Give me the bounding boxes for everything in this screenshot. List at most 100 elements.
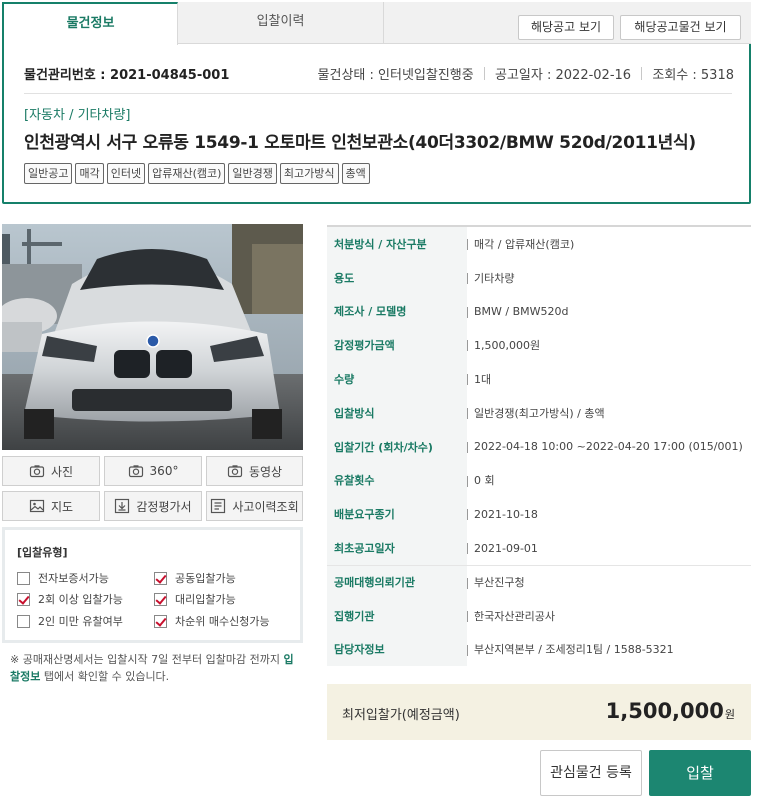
detail-row: 공매대행의뢰기관 부산진구청 xyxy=(327,564,751,599)
detail-value: 매각 / 압류재산(캠코) xyxy=(474,237,575,251)
detail-label: 유찰횟수 xyxy=(327,463,467,498)
camera-icon xyxy=(227,465,243,478)
divider xyxy=(24,93,732,94)
minimum-bid-label: 최저입찰가(예정금액) xyxy=(342,708,460,723)
status-info: 물건상태 : 인터넷입찰진행중 공고일자 : 2022-02-16 조회수 : … xyxy=(318,64,734,83)
detail-row: 유찰횟수 0 회 xyxy=(327,463,751,498)
divider xyxy=(467,475,468,487)
bid-type-title: [입찰유형] xyxy=(17,546,68,559)
item-photo[interactable] xyxy=(2,224,303,450)
detail-row: 제조사 / 모델명 BMW / BMW520d xyxy=(327,294,751,329)
divider xyxy=(467,577,468,589)
minimum-bid-price-box: 최저입찰가(예정금액) 1,500,000원 xyxy=(327,684,751,740)
bid-option: 2인 미만 유찰여부 xyxy=(17,613,123,629)
divider xyxy=(467,610,468,622)
car-photo-illustration xyxy=(2,224,303,450)
tag-badge: 일반경쟁 xyxy=(228,163,277,184)
detail-label: 용도 xyxy=(327,260,467,295)
tab-bid-history[interactable]: 입찰이력 xyxy=(178,2,384,44)
checkbox-checked xyxy=(154,614,167,628)
divider xyxy=(641,67,643,80)
detail-value: BMW / BMW520d xyxy=(474,304,569,318)
status-label: 물건상태 : xyxy=(317,68,374,83)
tag-badge: 최고가방식 xyxy=(279,163,339,184)
divider xyxy=(467,306,468,318)
checkbox-unchecked xyxy=(17,614,30,628)
detail-value: 부산진구청 xyxy=(474,576,525,590)
detail-value: 2021-09-01 xyxy=(474,541,538,555)
divider xyxy=(467,340,468,352)
tag-list: 일반공고 매각 인터넷 압류재산(캠코) 일반경쟁 최고가방식 총액 xyxy=(24,163,370,184)
divider xyxy=(467,543,468,555)
divider xyxy=(467,407,468,419)
bid-option: 전자보증서가능 xyxy=(17,570,109,586)
bid-button[interactable]: 입찰 xyxy=(649,750,751,796)
item-detail-table: 처분방식 / 자산구분 매각 / 압류재산(캠코) 용도 기타차량 제조사 / … xyxy=(327,225,751,667)
bid-type-box: [입찰유형] 전자보증서가능 공동입찰가능 2회 이상 입찰가능 대리입찰가능 … xyxy=(2,527,303,643)
notice-date: 2022-02-16 xyxy=(555,68,632,83)
divider xyxy=(467,272,468,284)
view-notice-items-button[interactable]: 해당공고물건 보기 xyxy=(620,15,741,40)
detail-row: 처분방식 / 자산구분 매각 / 압류재산(캠코) xyxy=(327,227,751,261)
detail-label: 입찰기간 (회차/차수) xyxy=(327,429,467,464)
detail-value: 2021-10-18 xyxy=(474,507,538,521)
item-category: [자동차 / 기타차량] xyxy=(24,108,131,123)
detail-value: 일반경쟁(최고가방식) / 총액 xyxy=(474,406,605,420)
checkbox-checked xyxy=(17,592,30,606)
detail-value: 한국자산관리공사 xyxy=(474,609,555,623)
detail-label: 입찰방식 xyxy=(327,395,467,430)
bid-option: 2회 이상 입찰가능 xyxy=(17,591,123,607)
detail-label: 집행기관 xyxy=(327,598,467,633)
tag-badge: 매각 xyxy=(75,163,104,184)
bid-option: 차순위 매수신청가능 xyxy=(154,613,270,629)
camera-icon xyxy=(29,465,45,478)
detail-value: 2022-04-18 10:00 ~2022-04-20 17:00 (015/… xyxy=(474,440,743,454)
appraisal-report-button[interactable]: 감정평가서 xyxy=(104,491,202,521)
divider xyxy=(467,509,468,521)
view-notice-button[interactable]: 해당공고 보기 xyxy=(518,15,614,40)
checkbox-checked xyxy=(154,592,167,606)
detail-row: 입찰기간 (회차/차수) 2022-04-18 10:00 ~2022-04-2… xyxy=(327,429,751,464)
detail-row: 수량 1대 xyxy=(327,362,751,396)
map-button[interactable]: 지도 xyxy=(2,491,100,521)
bid-option: 공동입찰가능 xyxy=(154,570,236,586)
accident-history-button[interactable]: 사고이력조회 xyxy=(206,491,303,521)
views-label: 조회수 : xyxy=(652,68,697,83)
minimum-bid-value: 1,500,000원 xyxy=(605,699,735,723)
video-button[interactable]: 동영상 xyxy=(206,456,303,486)
divider xyxy=(467,441,468,453)
tag-badge: 총액 xyxy=(341,163,370,184)
detail-label: 감정평가금액 xyxy=(327,328,467,363)
add-to-watchlist-button[interactable]: 관심물건 등록 xyxy=(540,750,642,796)
detail-label: 배분요구종기 xyxy=(327,497,467,532)
divider xyxy=(483,67,485,80)
bid-option: 대리입찰가능 xyxy=(154,591,236,607)
detail-value: 부산지역본부 / 조세정리1팀 / 1588-5321 xyxy=(474,643,674,657)
detail-label: 수량 xyxy=(327,362,467,396)
download-icon xyxy=(115,498,130,514)
detail-row: 입찰방식 일반경쟁(최고가방식) / 총액 xyxy=(327,395,751,430)
tag-badge: 인터넷 xyxy=(106,163,146,184)
detail-row: 담당자정보 부산지역본부 / 조세정리1팀 / 1588-5321 xyxy=(327,632,751,667)
checkbox-checked xyxy=(154,571,167,585)
detail-value: 1,500,000원 xyxy=(474,339,541,353)
detail-label: 담당자정보 xyxy=(327,632,467,667)
detail-label: 최초공고일자 xyxy=(327,531,467,565)
detail-row: 배분요구종기 2021-10-18 xyxy=(327,497,751,532)
detail-label: 제조사 / 모델명 xyxy=(327,294,467,329)
detail-label: 공매대행의뢰기관 xyxy=(327,565,467,599)
detail-row: 용도 기타차량 xyxy=(327,260,751,295)
divider xyxy=(467,644,468,656)
management-number: 물건관리번호 : 2021-04845-001 xyxy=(24,68,230,83)
photo-button[interactable]: 사진 xyxy=(2,456,100,486)
view-360-button[interactable]: 360° xyxy=(104,456,202,486)
tab-item-info[interactable]: 물건정보 xyxy=(2,2,178,45)
detail-label: 처분방식 / 자산구분 xyxy=(327,227,467,261)
detail-value: 1대 xyxy=(474,373,492,387)
divider xyxy=(467,374,468,386)
camera-icon xyxy=(128,465,143,478)
detail-row: 최초공고일자 2021-09-01 xyxy=(327,531,751,565)
tag-badge: 압류재산(캠코) xyxy=(148,163,226,184)
item-status: 인터넷입찰진행중 xyxy=(378,68,474,83)
divider xyxy=(467,239,468,250)
